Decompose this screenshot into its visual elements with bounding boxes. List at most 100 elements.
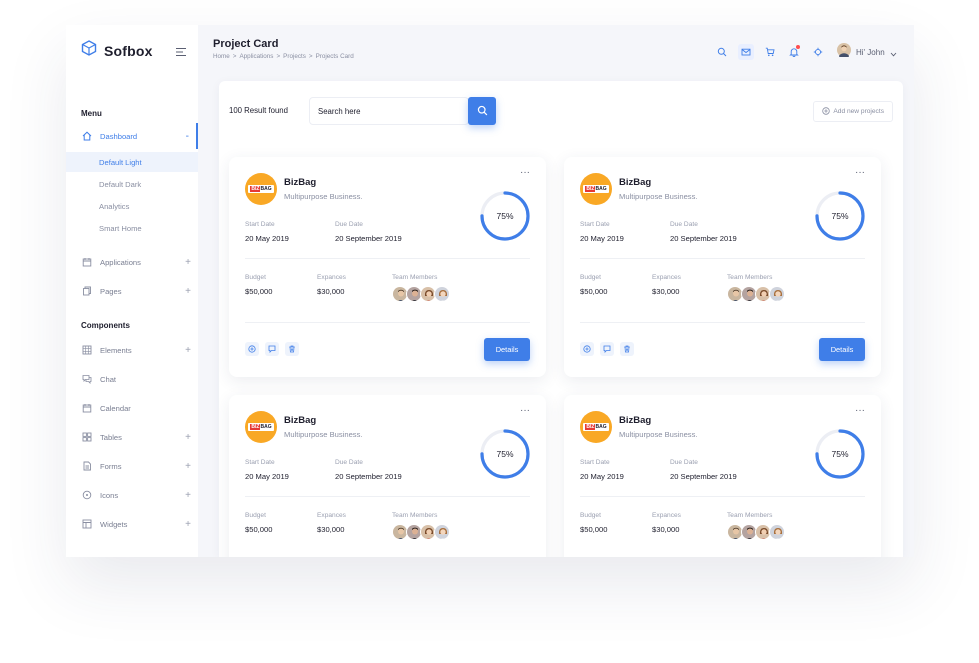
comment-icon[interactable] <box>600 342 614 356</box>
breadcrumb-applications[interactable]: Applications <box>239 53 273 60</box>
breadcrumb-home[interactable]: Home <box>213 53 230 60</box>
collapse-toggle[interactable]: - <box>186 131 189 142</box>
sidebar-item-label: Applications <box>100 257 141 267</box>
brand-logo[interactable]: Sofbox <box>81 40 153 61</box>
sidebar-subitem-analytics[interactable]: Analytics <box>66 196 198 216</box>
more-options-icon[interactable]: ··· <box>855 167 865 178</box>
expand-icon[interactable]: + <box>185 257 191 268</box>
sidebar-subitem-default-dark[interactable]: Default Dark <box>66 174 198 194</box>
expand-icon[interactable]: + <box>185 432 191 443</box>
expenses-label: Expances <box>317 274 346 281</box>
expand-icon[interactable]: + <box>185 490 191 501</box>
progress-value: 75% <box>496 211 514 221</box>
avatar[interactable] <box>434 286 450 302</box>
add-project-button[interactable]: Add new projects <box>813 101 893 122</box>
add-circle-icon[interactable] <box>245 342 259 356</box>
project-subtitle: Multipurpose Business. <box>619 430 698 439</box>
header-actions <box>714 44 834 60</box>
widget-icon <box>82 519 92 529</box>
menu-toggle-icon[interactable] <box>175 44 187 62</box>
avatar[interactable] <box>769 286 785 302</box>
sidebar-item-label: Widgets <box>100 519 128 529</box>
sidebar-item-label: Forms <box>100 461 122 471</box>
start-date-value: 20 May 2019 <box>245 234 289 243</box>
card-actions <box>245 342 299 356</box>
sidebar-item-widgets[interactable]: Widgets + <box>66 511 198 537</box>
sidebar-item-applications[interactable]: Applications + <box>66 249 198 275</box>
card-divider <box>580 496 865 497</box>
result-count: 100 Result found <box>229 106 288 115</box>
trash-icon[interactable] <box>620 342 634 356</box>
sidebar-item-icons[interactable]: Icons + <box>66 482 198 508</box>
start-date-label: Start Date <box>580 221 610 228</box>
details-button[interactable]: Details <box>819 338 865 361</box>
breadcrumb-separator: > <box>276 53 281 60</box>
details-button[interactable]: Details <box>484 338 530 361</box>
sidebar-item-dashboard[interactable]: Dashboard - <box>66 123 198 149</box>
progress-value: 75% <box>831 211 849 221</box>
progress-value: 75% <box>496 449 514 459</box>
sidebar-item-tables[interactable]: Tables + <box>66 424 198 450</box>
expand-icon[interactable]: + <box>185 345 191 356</box>
sidebar-item-label: Pages <box>100 286 122 296</box>
expand-icon[interactable]: + <box>185 461 191 472</box>
budget-value: $50,000 <box>580 287 608 296</box>
add-circle-icon[interactable] <box>580 342 594 356</box>
due-date-label: Due Date <box>670 459 698 466</box>
expenses-value: $30,000 <box>317 287 345 296</box>
progress-value: 75% <box>831 449 849 459</box>
more-options-icon[interactable]: ··· <box>520 405 530 416</box>
team-members-label: Team Members <box>727 512 773 519</box>
main-content: 100 Result found Add new projects ··· BI… <box>219 81 903 557</box>
search-button[interactable] <box>468 97 496 125</box>
breadcrumb-current: Projects Card <box>315 53 354 60</box>
components-section-title: Components <box>81 321 130 330</box>
menu-section-title: Menu <box>81 109 102 118</box>
calendar-icon <box>82 403 92 413</box>
logo-badge: BIZBAG <box>248 185 274 193</box>
project-logo: BIZBAG <box>245 411 277 443</box>
project-title: BizBag <box>619 415 652 426</box>
expand-icon[interactable]: + <box>185 519 191 530</box>
sidebar-subitem-smart-home[interactable]: Smart Home <box>66 218 198 238</box>
logo-badge: BIZBAG <box>248 423 274 431</box>
bell-icon[interactable] <box>786 44 802 60</box>
card-divider <box>580 258 865 259</box>
due-date-label: Due Date <box>335 459 363 466</box>
expand-icon[interactable]: + <box>185 286 191 297</box>
avatar[interactable] <box>434 524 450 540</box>
expenses-label: Expances <box>652 274 681 281</box>
mail-icon[interactable] <box>738 44 754 60</box>
budget-label: Budget <box>580 512 601 519</box>
user-menu[interactable]: Hi' John <box>837 43 897 62</box>
sidebar-item-calendar[interactable]: Calendar <box>66 395 198 421</box>
table-icon <box>82 432 92 442</box>
pages-icon <box>82 286 92 296</box>
logo-badge: BIZBAG <box>583 185 609 193</box>
cart-icon[interactable] <box>762 44 778 60</box>
sidebar-item-forms[interactable]: Forms + <box>66 453 198 479</box>
breadcrumb-projects[interactable]: Projects <box>283 53 306 60</box>
sidebar-subitem-default-light[interactable]: Default Light <box>66 152 198 172</box>
breadcrumb-separator: > <box>232 53 237 60</box>
cube-logo-icon <box>81 40 97 61</box>
crosshair-icon[interactable] <box>810 44 826 60</box>
card-divider <box>245 496 530 497</box>
sidebar-item-chat[interactable]: Chat <box>66 366 198 392</box>
sidebar-item-label: Chat <box>100 374 117 384</box>
search-icon[interactable] <box>714 44 730 60</box>
comment-icon[interactable] <box>265 342 279 356</box>
sidebar-item-pages[interactable]: Pages + <box>66 278 198 304</box>
expenses-label: Expances <box>317 512 346 519</box>
trash-icon[interactable] <box>285 342 299 356</box>
team-members <box>727 286 785 302</box>
more-options-icon[interactable]: ··· <box>520 167 530 178</box>
card-actions <box>580 342 634 356</box>
search-input[interactable] <box>309 97 469 125</box>
avatar[interactable] <box>769 524 785 540</box>
user-greeting: Hi' John <box>856 48 885 57</box>
app-window: Sofbox Menu Dashboard - Default Light De… <box>66 25 914 557</box>
project-logo: BIZBAG <box>245 173 277 205</box>
sidebar-item-elements[interactable]: Elements + <box>66 337 198 363</box>
more-options-icon[interactable]: ··· <box>855 405 865 416</box>
